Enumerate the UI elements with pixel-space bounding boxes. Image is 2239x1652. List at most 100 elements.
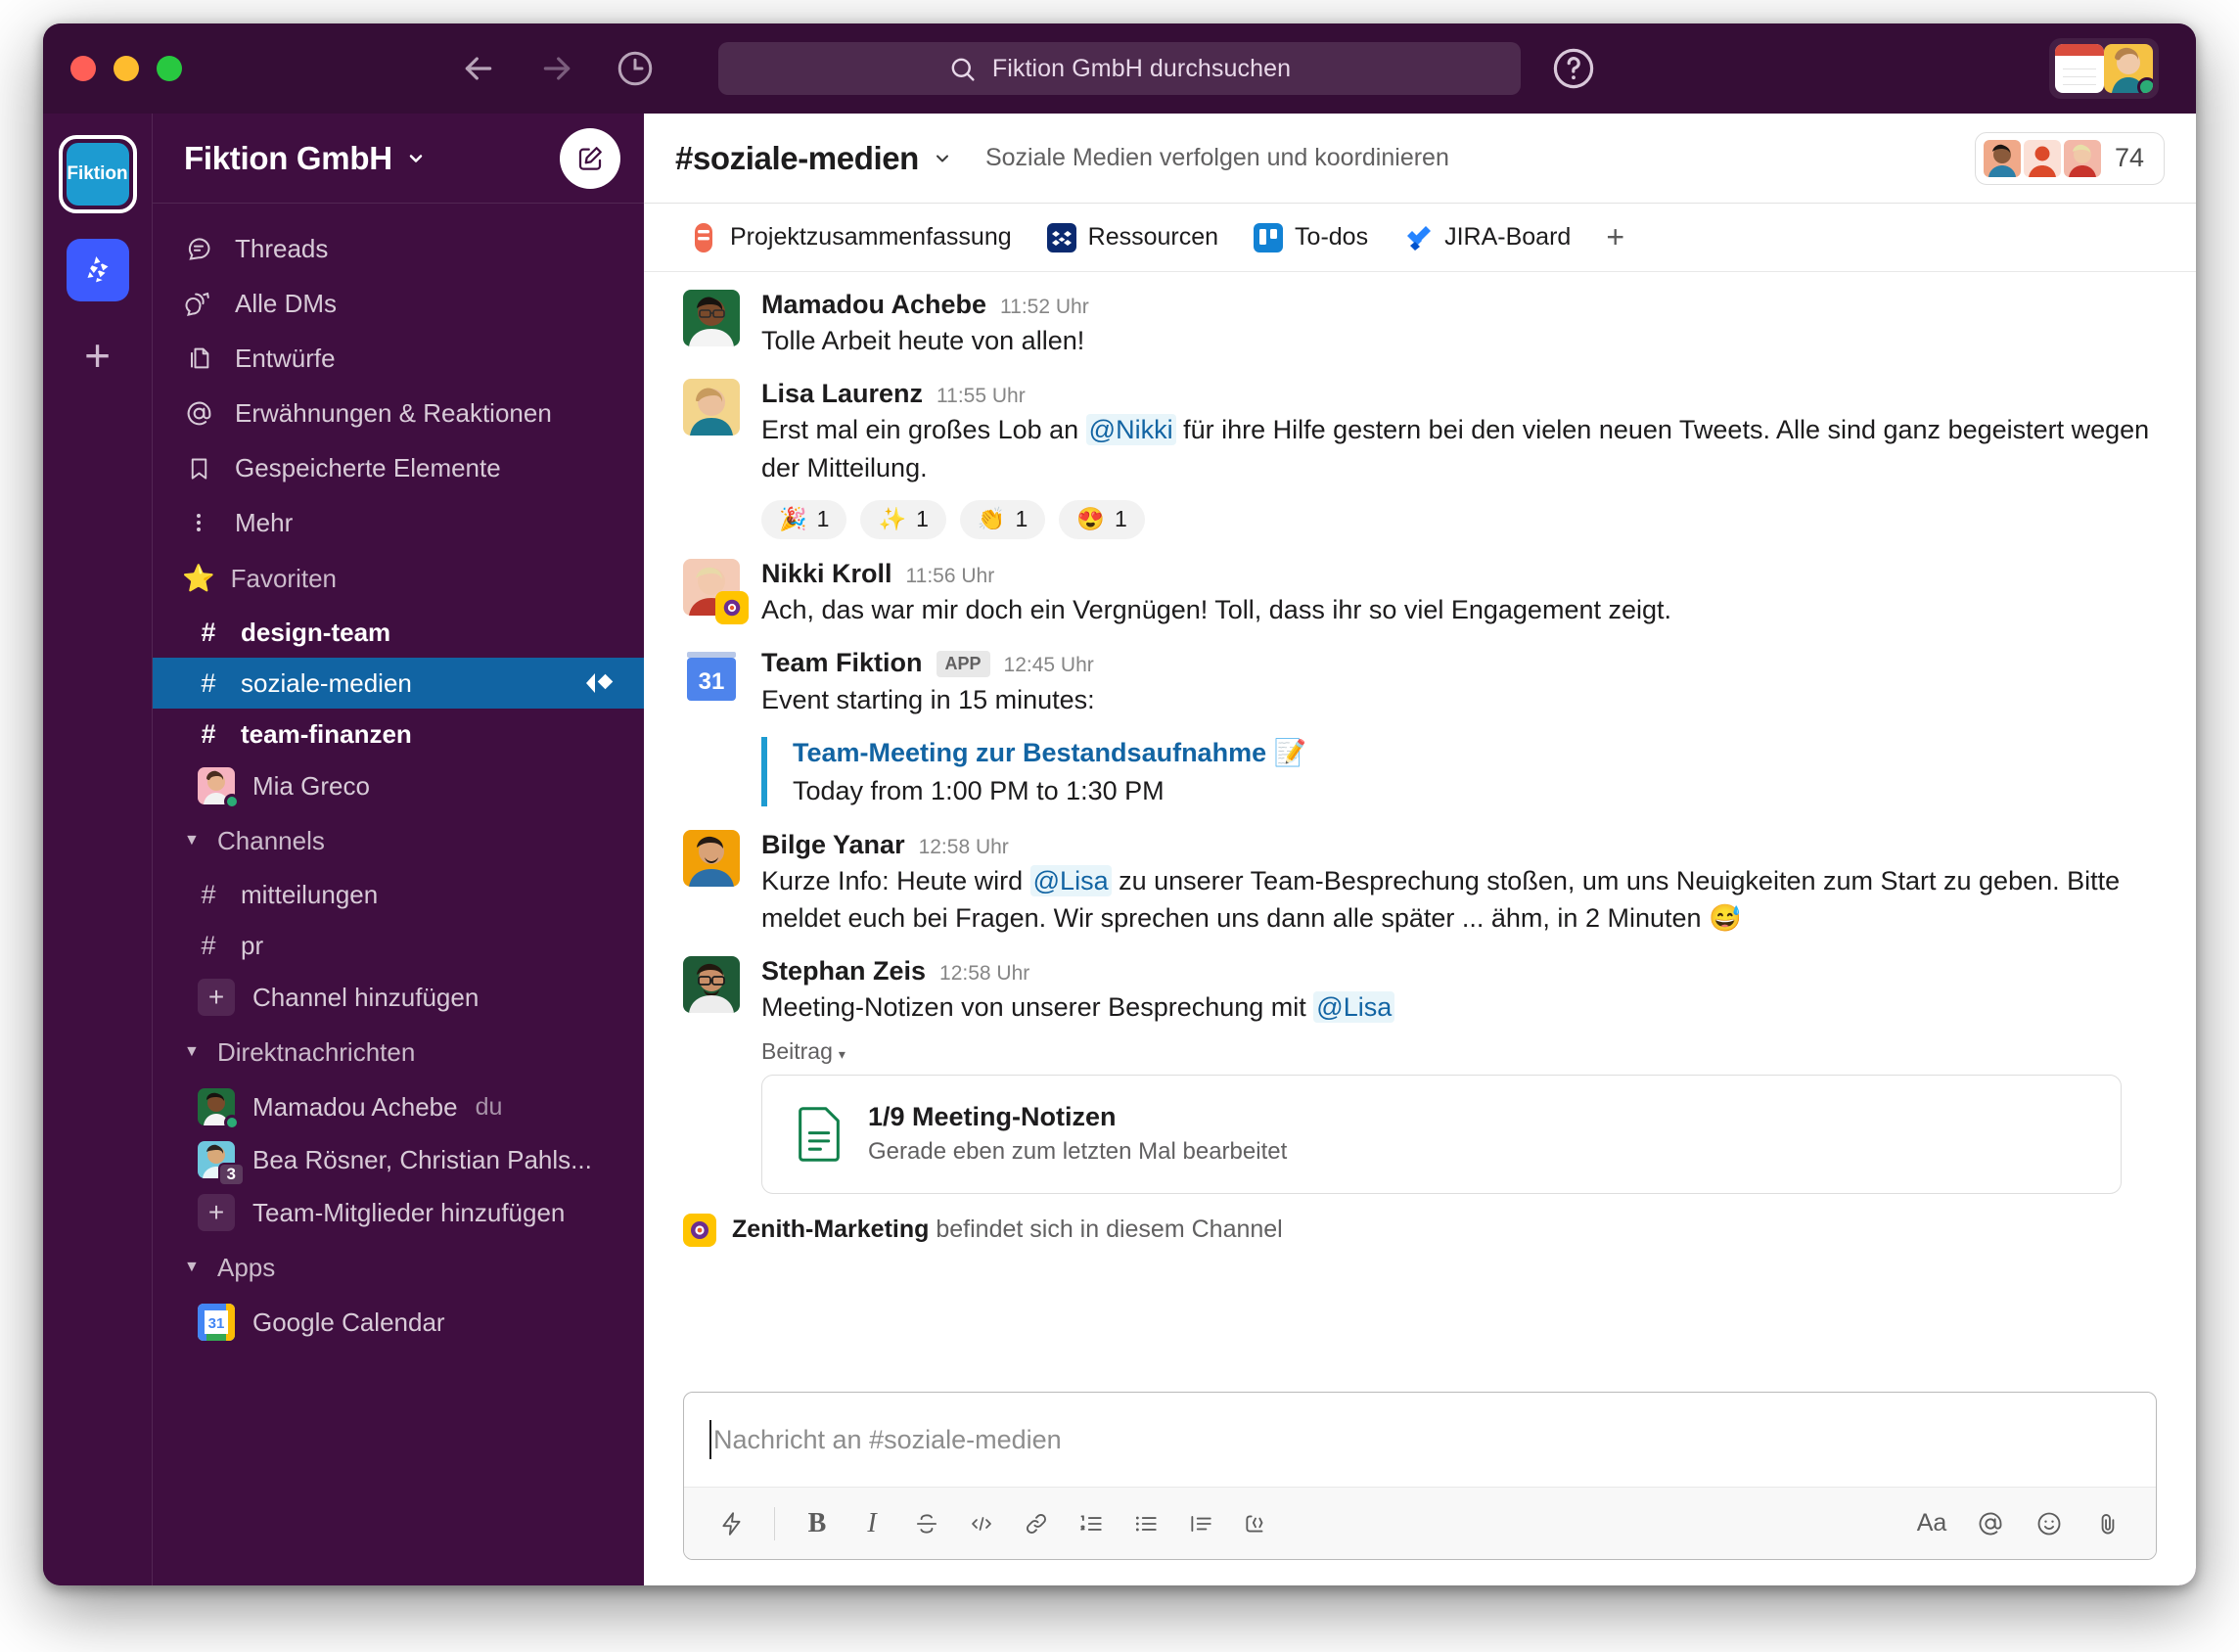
sidebar-item-more[interactable]: Mehr <box>153 495 644 550</box>
file-attachment-card[interactable]: 1/9 Meeting-Notizen Gerade eben zum letz… <box>761 1074 2122 1194</box>
message-author[interactable]: Mamadou Achebe <box>761 290 986 320</box>
message-author[interactable]: Stephan Zeis <box>761 956 926 987</box>
reaction-chip[interactable]: 🎉 1 <box>761 499 847 539</box>
add-channel-button[interactable]: + Channel hinzufügen <box>153 971 644 1024</box>
avatar <box>2023 139 2061 177</box>
section-favoriten[interactable]: ⭐ Favoriten <box>153 550 644 607</box>
message-composer: Nachricht an #soziale-medien B I Aa <box>683 1392 2157 1560</box>
member-avatars <box>1983 139 2101 177</box>
channel-topic[interactable]: Soziale Medien verfolgen und koordiniere… <box>985 144 1449 172</box>
attachment-icon[interactable] <box>2083 1499 2132 1548</box>
message-time[interactable]: 11:52 Uhr <box>1000 296 1089 319</box>
page-title[interactable]: #soziale-medien <box>675 140 919 177</box>
sidebar-item-google-calendar[interactable]: 31 Google Calendar <box>153 1296 644 1349</box>
avatar[interactable] <box>683 829 740 887</box>
message-author[interactable]: Lisa Laurenz <box>761 379 923 409</box>
section-apps[interactable]: ▼ Apps <box>153 1239 644 1296</box>
tab-projektzusammenfassung[interactable]: Projektzusammenfassung <box>671 204 1029 271</box>
blockquote-icon[interactable] <box>1176 1499 1225 1548</box>
sidebar-item-all-dms[interactable]: Alle DMs <box>153 276 644 331</box>
presence-indicator <box>2137 77 2153 93</box>
help-circle-icon[interactable] <box>1550 45 1597 92</box>
avatar[interactable] <box>683 379 740 436</box>
section-direktnachrichten[interactable]: ▼ Direktnachrichten <box>153 1024 644 1080</box>
sidebar-item-mamadou-achebe[interactable]: Mamadou Achebe du <box>153 1080 644 1133</box>
mention-lisa[interactable]: @Lisa <box>1029 864 1112 896</box>
emoji-icon[interactable] <box>2025 1499 2074 1548</box>
shortcuts-icon[interactable] <box>708 1499 756 1548</box>
sidebar-item-saved[interactable]: Gespeicherte Elemente <box>153 440 644 495</box>
section-channels[interactable]: ▼ Channels <box>153 812 644 869</box>
tab-jira-board[interactable]: JIRA-Board <box>1386 204 1588 271</box>
avatar[interactable] <box>2104 44 2153 93</box>
google-calendar-icon[interactable]: 31 <box>683 648 740 705</box>
chevron-down-icon: ▼ <box>184 1043 200 1060</box>
mention-icon[interactable] <box>1966 1499 2015 1548</box>
chevron-down-icon[interactable] <box>933 149 952 168</box>
reaction-chip[interactable]: ✨ 1 <box>860 499 946 539</box>
tab-ressourcen[interactable]: Ressourcen <box>1029 204 1236 271</box>
minimize-window-button[interactable] <box>114 56 139 81</box>
event-title-link[interactable]: Team-Meeting zur Bestandsaufnahme 📝 <box>793 737 2157 768</box>
post-type-label[interactable]: Beitrag ▾ <box>761 1038 2157 1065</box>
sidebar-item-drafts[interactable]: Entwürfe <box>153 331 644 386</box>
sidebar-item-threads[interactable]: Threads <box>153 221 644 276</box>
croissant-app-icon[interactable] <box>66 239 129 301</box>
arrow-right-icon[interactable] <box>534 46 579 91</box>
close-window-button[interactable] <box>70 56 96 81</box>
ordered-list-icon[interactable] <box>1067 1499 1116 1548</box>
link-icon[interactable] <box>1012 1499 1061 1548</box>
mention-nikki[interactable]: @Nikki <box>1085 414 1176 446</box>
avatar[interactable] <box>683 290 740 346</box>
avatar <box>198 1088 240 1130</box>
channel-label: mitteilungen <box>241 879 379 909</box>
sidebar-item-team-finanzen[interactable]: # team-finanzen <box>153 709 644 759</box>
sidebar-item-label: Erwähnungen & Reaktionen <box>235 397 552 428</box>
message-author[interactable]: Bilge Yanar <box>761 830 905 860</box>
sidebar-item-group-dm[interactable]: 3 Bea Rösner, Christian Pahls... <box>153 1133 644 1186</box>
message-time[interactable]: 11:55 Uhr <box>937 385 1026 408</box>
sidebar-item-soziale-medien[interactable]: # soziale-medien <box>153 658 644 709</box>
add-workspace-button[interactable]: + <box>84 333 111 378</box>
italic-icon[interactable]: I <box>847 1499 896 1548</box>
collapse-sidebar-icon[interactable] <box>583 672 615 694</box>
mention-lisa[interactable]: @Lisa <box>1313 991 1395 1024</box>
sidebar-item-mentions[interactable]: Erwähnungen & Reaktionen <box>153 386 644 440</box>
clock-icon[interactable] <box>613 46 658 91</box>
message-input[interactable]: Nachricht an #soziale-medien <box>684 1393 2156 1487</box>
calendar-app-icon[interactable] <box>2055 44 2104 93</box>
sidebar-item-mitteilungen[interactable]: # mitteilungen <box>153 869 644 920</box>
add-teammates-button[interactable]: + Team-Mitglieder hinzufügen <box>153 1186 644 1239</box>
avatar[interactable] <box>683 558 749 624</box>
bulleted-list-icon[interactable] <box>1121 1499 1170 1548</box>
arrow-left-icon[interactable] <box>456 46 501 91</box>
bold-icon[interactable]: B <box>793 1499 842 1548</box>
svg-text:31: 31 <box>699 668 725 695</box>
workspace-header[interactable]: Fiktion GmbH <box>153 114 644 204</box>
message-time[interactable]: 12:45 Uhr <box>1004 654 1094 677</box>
app-name[interactable]: Zenith-Marketing <box>732 1216 929 1243</box>
avatar[interactable] <box>683 956 740 1014</box>
compose-pencil-icon[interactable] <box>560 127 620 189</box>
strikethrough-icon[interactable] <box>902 1499 951 1548</box>
maximize-window-button[interactable] <box>157 56 182 81</box>
message-author[interactable]: Nikki Kroll <box>761 559 892 589</box>
sidebar-item-pr[interactable]: # pr <box>153 920 644 971</box>
sidebar-item-mia-greco[interactable]: Mia Greco <box>153 759 644 812</box>
message-time[interactable]: 11:56 Uhr <box>906 565 995 588</box>
search-input[interactable]: Fiktion GmbH durchsuchen <box>718 42 1521 95</box>
sidebar-item-design-team[interactable]: # design-team <box>153 607 644 658</box>
message-time[interactable]: 12:58 Uhr <box>919 836 1009 859</box>
code-block-icon[interactable] <box>1231 1499 1280 1548</box>
add-tab-button[interactable]: + <box>1588 219 1642 255</box>
workspace-switcher-fiktion[interactable]: Fiktion <box>58 135 137 213</box>
message-text-pre: Meeting-Notizen von unserer Besprechung … <box>761 992 1314 1023</box>
formatting-icon[interactable]: Aa <box>1907 1499 1956 1548</box>
code-icon[interactable] <box>957 1499 1006 1548</box>
reaction-chip[interactable]: 👏 1 <box>959 499 1046 539</box>
tab-to-dos[interactable]: To-dos <box>1236 204 1386 271</box>
message-author[interactable]: Team Fiktion <box>761 648 923 678</box>
member-count-button[interactable]: 74 <box>1974 131 2165 185</box>
reaction-chip[interactable]: 😍 1 <box>1059 499 1145 539</box>
message-time[interactable]: 12:58 Uhr <box>939 962 1029 986</box>
